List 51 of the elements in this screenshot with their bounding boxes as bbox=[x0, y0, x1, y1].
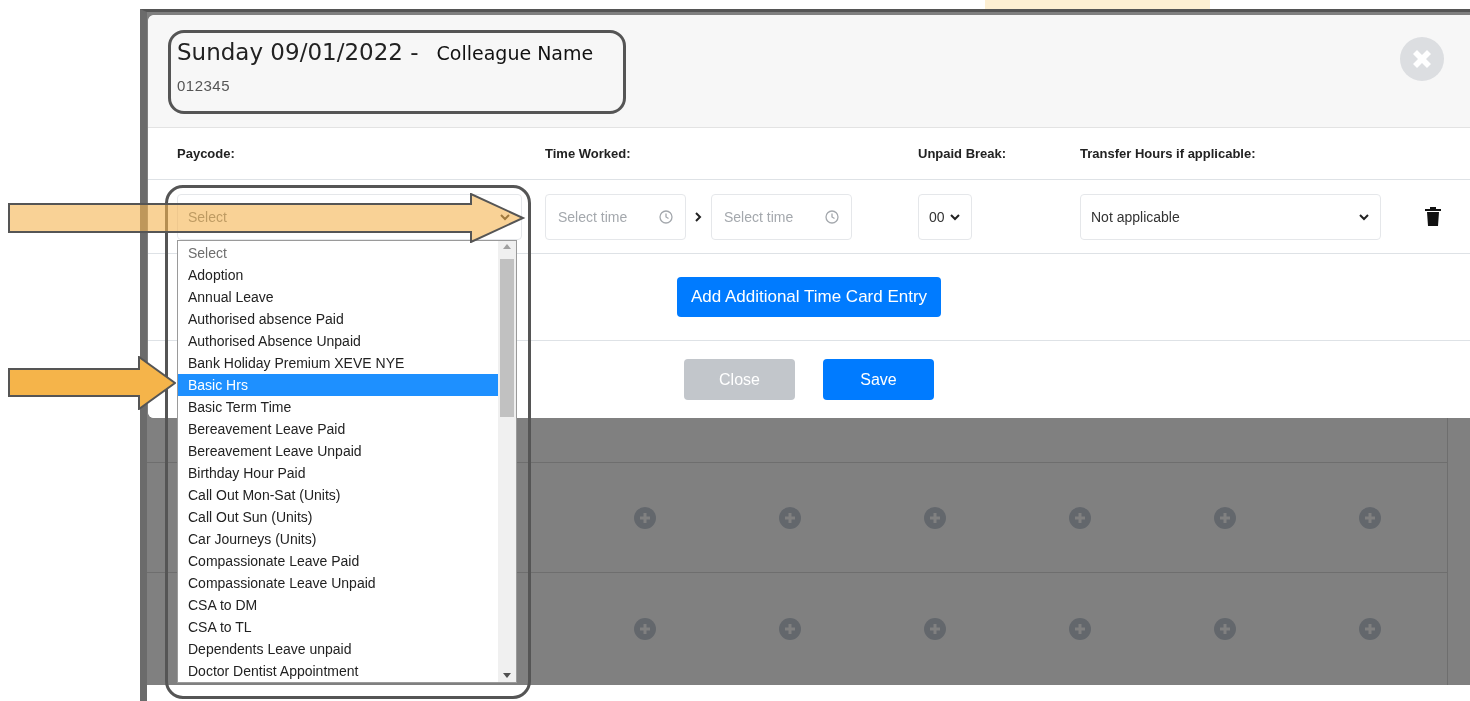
column-label: Transfer Hours if applicable: bbox=[1080, 146, 1257, 161]
break-select[interactable]: 00 bbox=[918, 193, 972, 240]
chevron-right-icon bbox=[695, 211, 702, 222]
scroll-down-icon[interactable] bbox=[502, 670, 512, 680]
add-slot-icon[interactable] bbox=[1359, 617, 1381, 640]
colleague-name: Colleague Name bbox=[436, 42, 594, 64]
transfer-select[interactable]: Not applicable bbox=[1080, 193, 1381, 240]
colleague-id: 012345 bbox=[177, 77, 232, 94]
add-slot-icon[interactable] bbox=[634, 617, 656, 640]
chevron-icon bbox=[949, 211, 961, 222]
dialog-date-title: Sunday 09/01/2022 - bbox=[177, 39, 419, 65]
column-label: Unpaid Break: bbox=[918, 146, 1008, 161]
add-slot-icon[interactable] bbox=[1359, 506, 1381, 529]
paycode-option[interactable]: Call Out Mon-Sat (Units) bbox=[178, 484, 498, 506]
paycode-option[interactable]: Authorised absence Paid bbox=[178, 308, 498, 330]
close-icon[interactable] bbox=[1400, 37, 1444, 81]
chevron-icon bbox=[499, 211, 511, 222]
paycode-option[interactable]: Bank Holiday Premium XEVE NYE bbox=[178, 352, 498, 374]
paycode-option[interactable]: Compassionate Leave Paid bbox=[178, 550, 498, 572]
column-label: Paycode: bbox=[177, 146, 236, 161]
add-slot-icon[interactable] bbox=[779, 617, 801, 640]
scrollbar[interactable] bbox=[498, 241, 516, 682]
paycode-option[interactable]: Annual Leave bbox=[178, 286, 498, 308]
clock-icon bbox=[825, 209, 839, 224]
paycode-option[interactable]: Birthday Hour Paid bbox=[178, 462, 498, 484]
paycode-option[interactable]: Car Journeys (Units) bbox=[178, 528, 498, 550]
add-slot-icon[interactable] bbox=[1069, 506, 1091, 529]
add-entry-button[interactable]: Add Additional Time Card Entry bbox=[676, 277, 942, 317]
paycode-option[interactable]: Adoption bbox=[178, 264, 498, 286]
paycode-option[interactable]: Compassionate Leave Unpaid bbox=[178, 572, 498, 594]
paycode-option[interactable]: Doctor Dentist Appointment bbox=[178, 660, 498, 682]
clock-icon bbox=[659, 209, 673, 224]
chevron-icon bbox=[1358, 211, 1370, 222]
paycode-option[interactable]: Bereavement Leave Unpaid bbox=[178, 440, 498, 462]
add-slot-icon[interactable] bbox=[1214, 506, 1236, 529]
paycode-option[interactable]: CSA to TL bbox=[178, 616, 498, 638]
paycode-option[interactable]: Bereavement Leave Paid bbox=[178, 418, 498, 440]
trash-icon[interactable] bbox=[1424, 206, 1442, 227]
add-slot-icon[interactable] bbox=[924, 617, 946, 640]
add-slot-icon[interactable] bbox=[779, 506, 801, 529]
column-label: Time Worked: bbox=[545, 146, 632, 161]
add-slot-icon[interactable] bbox=[634, 506, 656, 529]
paycode-option[interactable]: Basic Term Time bbox=[178, 396, 498, 418]
paycode-option[interactable]: Dependents Leave unpaid bbox=[178, 638, 498, 660]
add-slot-icon[interactable] bbox=[1214, 617, 1236, 640]
paycode-option[interactable]: Authorised Absence Unpaid bbox=[178, 330, 498, 352]
dialog-button[interactable]: Save bbox=[823, 359, 934, 400]
paycode-option[interactable]: Call Out Sun (Units) bbox=[178, 506, 498, 528]
add-slot-icon[interactable] bbox=[924, 506, 946, 529]
add-slot-icon[interactable] bbox=[1069, 617, 1091, 640]
paycode-option[interactable]: CSA to DM bbox=[178, 594, 498, 616]
